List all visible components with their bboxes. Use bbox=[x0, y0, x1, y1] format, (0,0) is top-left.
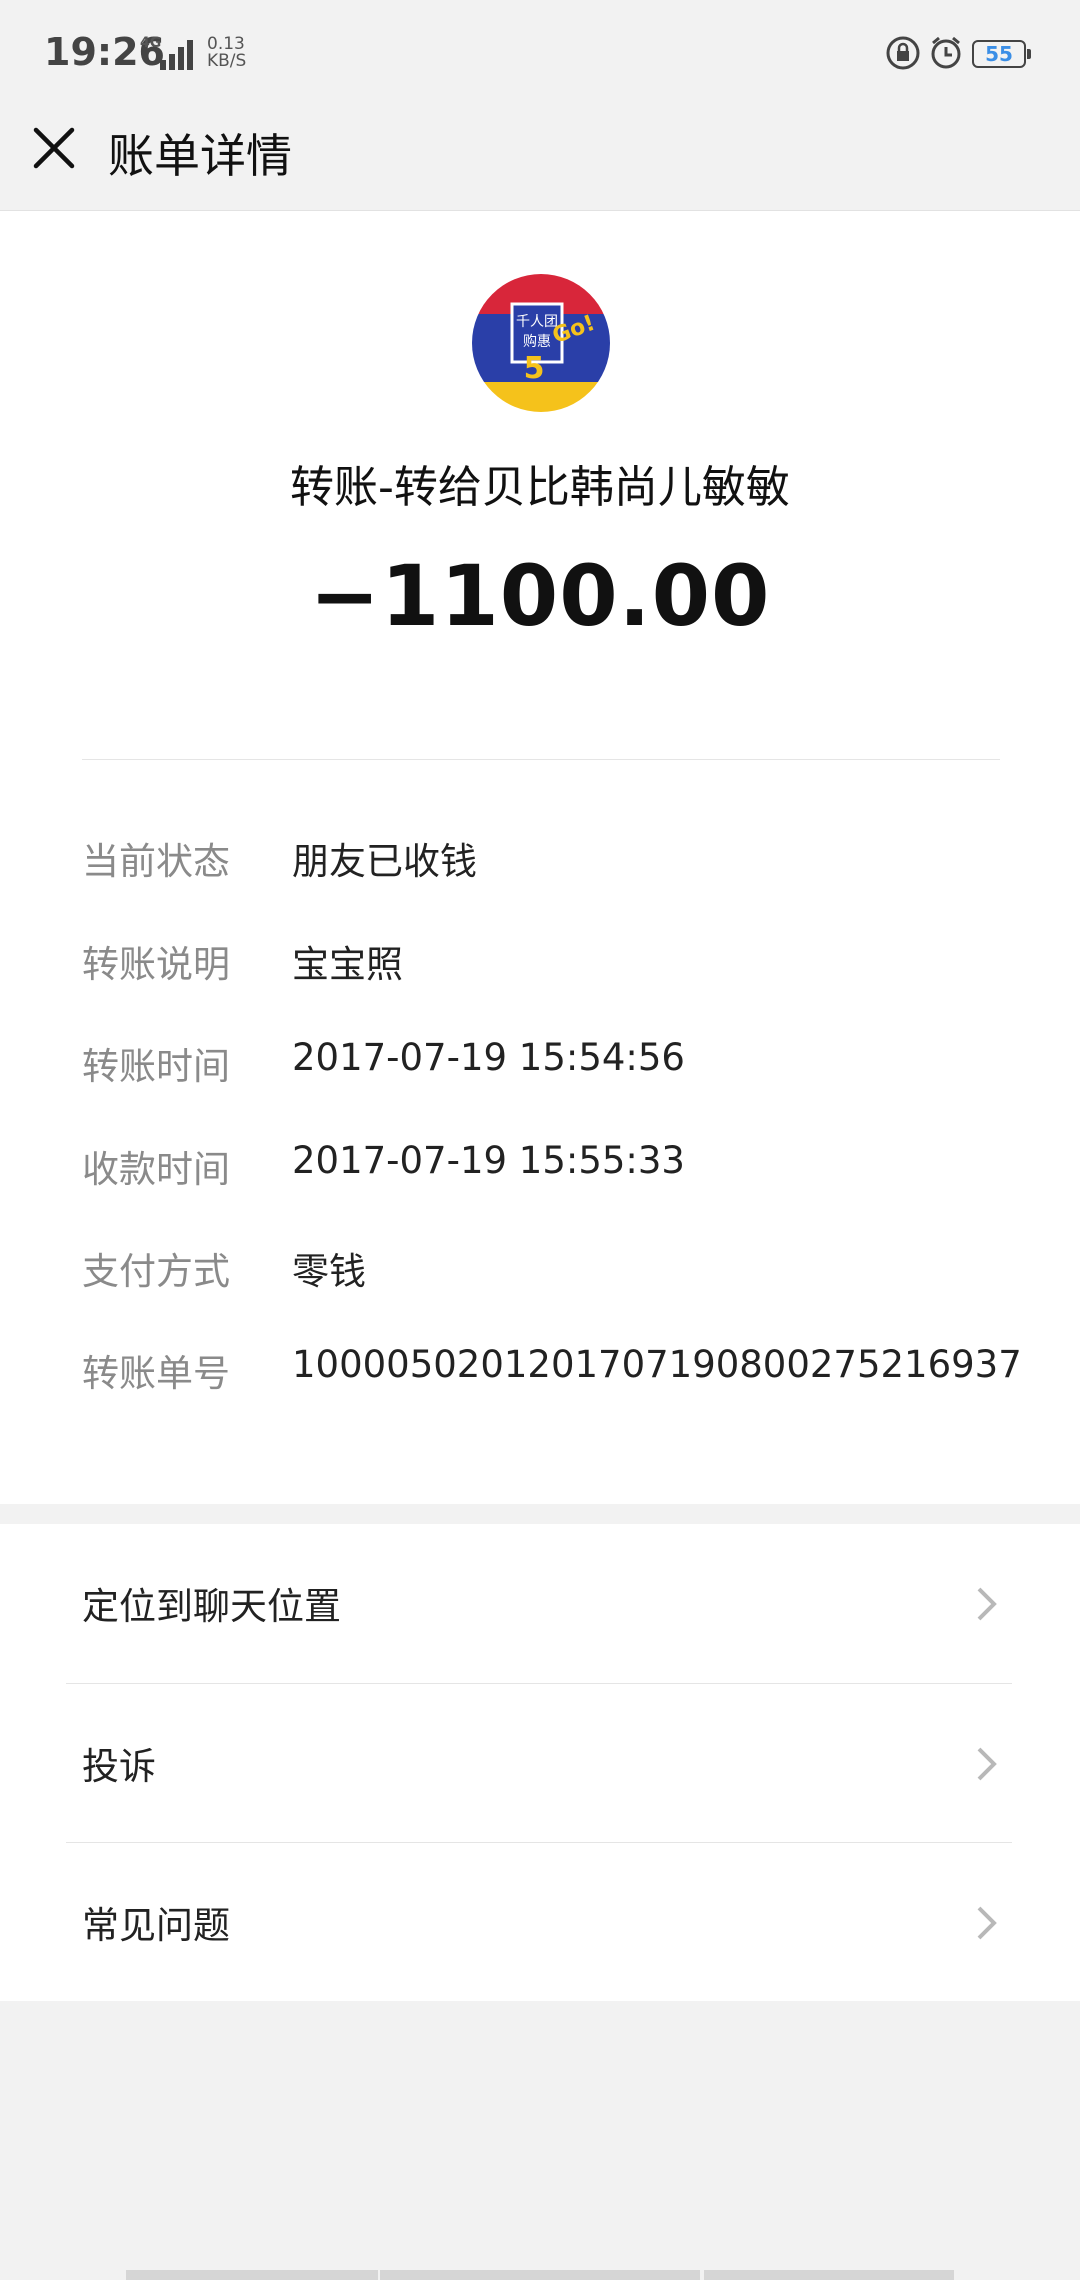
svg-text:5: 5 bbox=[524, 351, 545, 386]
action-list: 定位到聊天位置 投诉 常见问题 bbox=[0, 1524, 1080, 2001]
detail-row-receive-time: 收款时间 2017-07-19 15:55:33 bbox=[0, 1139, 1080, 1199]
transaction-detail-card: 千人团 购惠 5 Go! 转账-转给贝比韩尚儿敏敏 −1100.00 当前状态 … bbox=[0, 211, 1080, 1504]
detail-label: 支付方式 bbox=[82, 1250, 230, 1293]
transaction-amount: −1100.00 bbox=[309, 547, 771, 645]
complaint-item[interactable]: 投诉 bbox=[0, 1684, 1080, 1843]
detail-value: 零钱 bbox=[292, 1250, 366, 1293]
avatar-image: 千人团 购惠 5 Go! bbox=[472, 274, 610, 412]
alarm-icon bbox=[931, 36, 961, 69]
action-label: 投诉 bbox=[82, 1745, 156, 1788]
speed-unit: KB/S bbox=[207, 51, 247, 71]
page-title: 账单详情 bbox=[108, 129, 292, 183]
detail-value: 2017-07-19 15:55:33 bbox=[292, 1139, 685, 1182]
detail-value: 朋友已收钱 bbox=[292, 840, 477, 883]
detail-label: 转账说明 bbox=[82, 943, 230, 986]
detail-label: 当前状态 bbox=[82, 840, 230, 883]
detail-row-transfer-number: 转账单号 1000050201201707190800275216937 bbox=[0, 1343, 1080, 1403]
chevron-right-icon bbox=[977, 1747, 997, 1781]
network-speed: 0.13 KB/S bbox=[207, 36, 246, 70]
detail-row-note: 转账说明 宝宝照 bbox=[0, 934, 1080, 994]
battery-tip bbox=[1027, 49, 1031, 59]
chevron-right-icon bbox=[977, 1906, 997, 1940]
detail-value[interactable]: 1000050201201707190800275216937 bbox=[292, 1343, 1022, 1386]
svg-text:购惠: 购惠 bbox=[523, 334, 551, 350]
lock-rotation-icon bbox=[886, 36, 920, 70]
detail-label: 转账单号 bbox=[82, 1352, 230, 1395]
divider bbox=[82, 759, 1000, 760]
status-bar: 19:26 4G 0.13 KB/S 55 bbox=[0, 0, 1080, 110]
detail-value: 2017-07-19 15:54:56 bbox=[292, 1036, 685, 1079]
action-label: 定位到聊天位置 bbox=[82, 1585, 341, 1628]
detail-row-payment-method: 支付方式 零钱 bbox=[0, 1241, 1080, 1301]
chevron-right-icon bbox=[977, 1587, 997, 1621]
detail-label: 转账时间 bbox=[82, 1045, 230, 1088]
bottom-edge-tab bbox=[380, 2270, 700, 2280]
action-label: 常见问题 bbox=[82, 1904, 230, 1947]
payee-name: 转账-转给贝比韩尚儿敏敏 bbox=[290, 462, 790, 513]
detail-row-status: 当前状态 朋友已收钱 bbox=[0, 831, 1080, 891]
signal-icon bbox=[160, 40, 193, 70]
battery-indicator: 55 bbox=[972, 40, 1026, 68]
detail-value: 宝宝照 bbox=[292, 943, 403, 986]
avatar[interactable]: 千人团 购惠 5 Go! bbox=[472, 274, 610, 412]
detail-label: 收款时间 bbox=[82, 1148, 230, 1191]
faq-item[interactable]: 常见问题 bbox=[0, 1843, 1080, 2002]
close-icon[interactable] bbox=[30, 124, 78, 172]
bottom-edge-tab bbox=[126, 2270, 378, 2280]
locate-in-chat-item[interactable]: 定位到聊天位置 bbox=[0, 1524, 1080, 1683]
header: 账单详情 bbox=[0, 110, 1080, 211]
bottom-edge-tab bbox=[704, 2270, 954, 2280]
detail-row-transfer-time: 转账时间 2017-07-19 15:54:56 bbox=[0, 1036, 1080, 1096]
